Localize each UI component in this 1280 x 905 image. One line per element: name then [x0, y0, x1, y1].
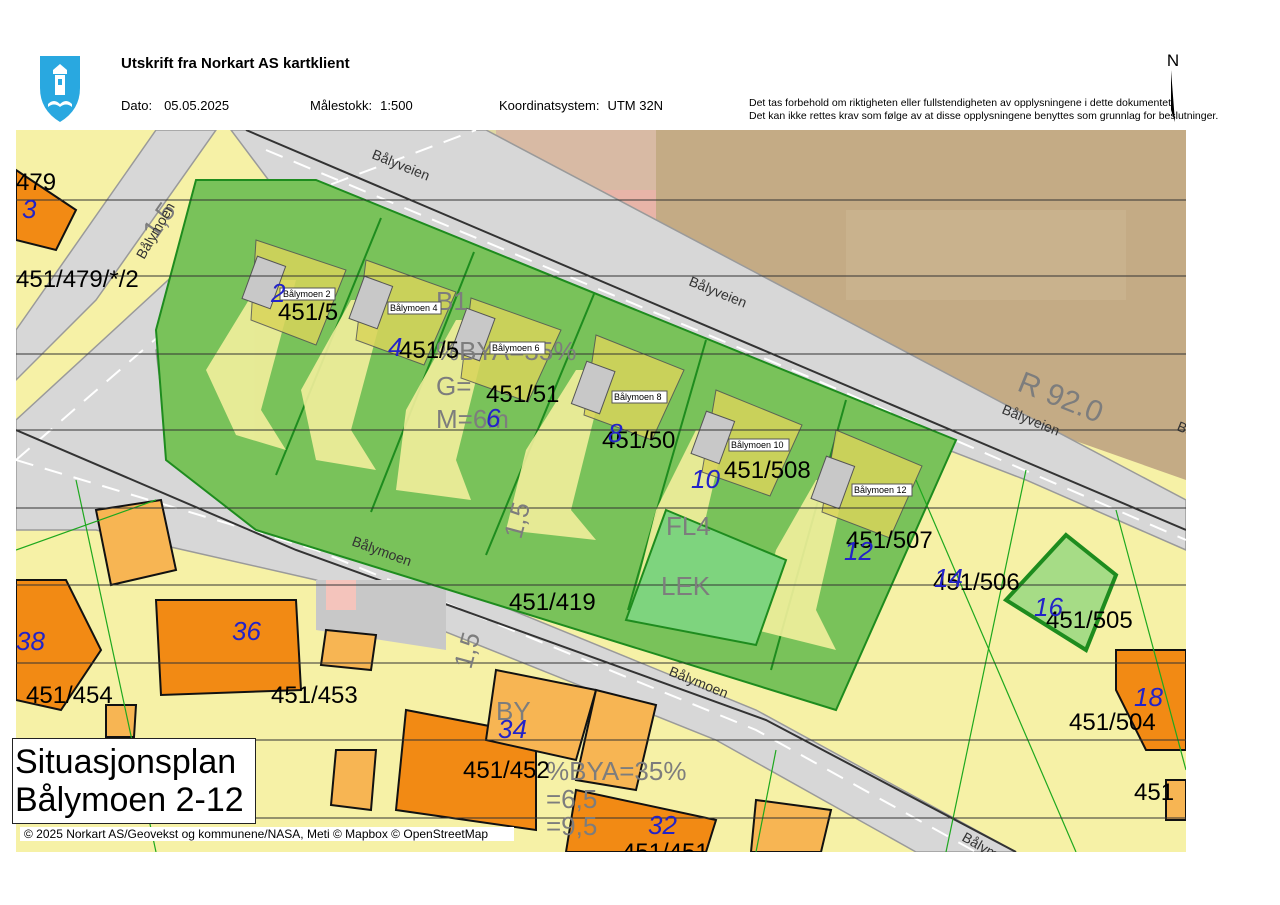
address-number: 18 — [1134, 682, 1163, 712]
address-number: 12 — [844, 536, 873, 566]
zoning-label: G= — [436, 371, 471, 401]
parcel-label: 451/452 — [463, 757, 550, 784]
address-number: 34 — [498, 714, 527, 744]
address-number: 10 — [691, 464, 720, 494]
parcel-label: 451/5 — [278, 299, 338, 326]
zoning-label: FL4 — [666, 511, 711, 541]
north-arrow-icon: N — [1161, 52, 1185, 122]
parcel-label: 451/504 — [1069, 709, 1156, 736]
house-label: Bålymoen 10 — [731, 440, 784, 450]
house-label: Bålymoen 8 — [614, 392, 662, 402]
date-field: Dato: 05.05.2025 — [121, 98, 230, 113]
plan-title-box: Situasjonsplan Bålymoen 2-12 — [12, 738, 256, 824]
address-number: 38 — [16, 626, 45, 656]
parcel-label: 451/479/*/2 — [16, 266, 139, 293]
map-attribution: © 2025 Norkart AS/Geovekst og kommunene/… — [20, 827, 515, 841]
parcel-label: 451 — [1134, 779, 1174, 806]
address-number: 2 — [270, 278, 286, 308]
parcel-label: 451/451 — [622, 839, 709, 852]
disclaimer: Det tas forbehold om riktigheten eller f… — [749, 97, 1219, 122]
address-number: 4 — [388, 332, 402, 362]
house-label: Bålymoen 6 — [492, 343, 540, 353]
house-label: Bålymoen 4 — [390, 303, 438, 313]
zoning-label: %BYA=35% — [546, 756, 686, 786]
address-number: 32 — [648, 810, 677, 840]
address-number: 16 — [1034, 592, 1063, 622]
address-number: 6 — [486, 403, 501, 433]
address-number: 3 — [22, 194, 37, 224]
parcel-label: 451/454 — [26, 682, 113, 709]
page-title: Utskrift fra Norkart AS kartklient — [121, 55, 350, 72]
municipality-crest-icon — [36, 52, 84, 124]
parcel-label: 451/453 — [271, 682, 358, 709]
parcel-label: 451/419 — [509, 589, 596, 616]
zoning-label: =9,5 — [546, 811, 597, 841]
address-number: 14 — [934, 563, 963, 593]
zoning-label: =6,5 — [546, 784, 597, 814]
parcel-label: 451/5 — [399, 337, 459, 364]
parcel-label: 479 — [16, 169, 56, 196]
address-number: 36 — [232, 616, 261, 646]
house-label: Bålymoen 2 — [283, 289, 331, 299]
house-label: Bålymoen 12 — [854, 485, 907, 495]
zoning-label: LEK — [661, 571, 711, 601]
scale-field: Målestokk: 1:500 — [310, 98, 413, 113]
crs-field: Koordinatsystem: UTM 32N — [499, 98, 664, 113]
address-number: 8 — [608, 418, 623, 448]
parcel-label: 451/508 — [724, 457, 811, 484]
